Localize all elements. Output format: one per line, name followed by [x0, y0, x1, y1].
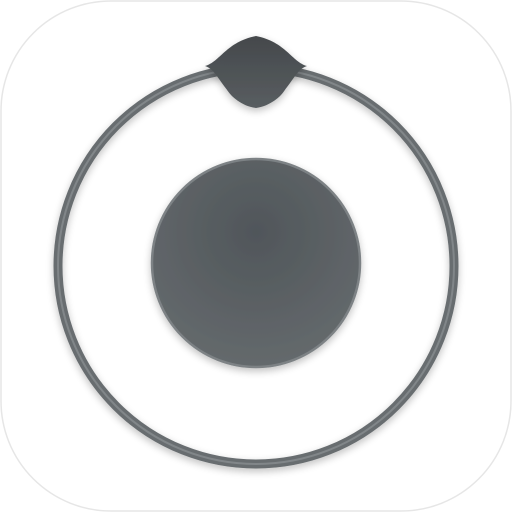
app-icon-tile[interactable] — [0, 0, 512, 512]
center-disc-icon — [150, 157, 362, 369]
orbit-app-icon — [0, 0, 512, 512]
